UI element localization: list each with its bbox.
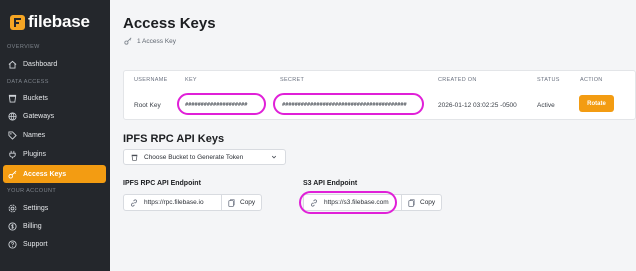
rpc-endpoint-field: https://rpc.filebase.io Copy [123,194,262,211]
sidebar-item-buckets[interactable]: Buckets [3,89,106,107]
header-action: ACTION [580,77,603,83]
ipfs-section-title: IPFS RPC API Keys [123,133,225,145]
gear-icon [8,204,17,213]
sidebar-item-label: Access Keys [23,170,67,178]
header-key: KEY [185,77,197,83]
highlight-circle-key [177,93,266,115]
sidebar-item-label: Settings [23,204,49,212]
sidebar-item-label: Names [23,131,46,139]
s3-copy-button[interactable]: Copy [401,195,443,210]
globe-icon [8,111,17,121]
logo-icon [10,14,25,30]
sidebar-item-settings[interactable]: Settings [3,199,106,217]
row-created-on: 2026-01-12 03:02:25 -0500 [438,102,517,109]
page-title: Access Keys [123,15,216,32]
header-created-on: CREATED ON [438,77,477,83]
sidebar-item-label: Buckets [23,94,48,102]
logo-text: filebase [28,12,90,31]
sidebar-item-access-keys[interactable]: Access Keys [3,165,106,183]
rpc-copy-button[interactable]: Copy [221,195,263,210]
sidebar-item-label: Dashboard [23,60,58,68]
rpc-endpoint-url[interactable]: https://rpc.filebase.io [124,195,204,210]
s3-endpoint-label: S3 API Endpoint [303,180,358,187]
sidebar-item-label: Gateways [23,112,55,120]
chevron-down-icon [271,155,277,159]
row-status: Active [537,102,555,109]
sidebar-item-dashboard[interactable]: Dashboard [3,55,106,73]
home-icon [8,60,17,69]
rpc-endpoint-url-text: https://rpc.filebase.io [144,199,204,206]
section-data-access: DATA ACCESS [7,79,49,85]
rpc-copy-label: Copy [240,199,256,206]
sidebar-item-names[interactable]: Names [3,126,106,144]
header-secret: SECRET [280,77,305,83]
plug-icon [8,150,17,159]
copy-icon [228,198,235,207]
sidebar: filebase OVERVIEW Dashboard DATA ACCESS … [0,0,110,271]
section-overview: OVERVIEW [7,44,40,50]
rpc-endpoint-label: IPFS RPC API Endpoint [123,180,201,187]
bucket-select-value: Choose Bucket to Generate Token [144,153,244,161]
copy-icon [408,198,415,207]
section-your-account: YOUR ACCOUNT [7,188,57,194]
highlight-circle-s3-endpoint [299,191,397,214]
sidebar-item-label: Support [23,240,48,248]
bucket-icon [131,154,138,161]
bucket-select[interactable]: Choose Bucket to Generate Token [123,149,286,165]
link-icon [130,198,138,207]
row-username: Root Key [134,102,161,109]
header-username: USERNAME [134,77,168,83]
s3-copy-label: Copy [420,199,436,206]
access-keys-table: USERNAME KEY SECRET CREATED ON STATUS AC… [123,70,636,120]
highlight-circle-secret [273,93,424,115]
key-count: 1 Access Key [124,37,176,45]
sidebar-item-gateways[interactable]: Gateways [3,107,106,125]
filebase-logo[interactable]: filebase [10,12,90,32]
billing-icon [8,221,17,231]
sidebar-item-billing[interactable]: Billing [3,217,106,235]
key-count-label: 1 Access Key [137,37,177,45]
sidebar-item-plugins[interactable]: Plugins [3,145,106,163]
sidebar-item-label: Billing [23,222,42,230]
main-content: Access Keys 1 Access Key USERNAME KEY SE… [110,0,636,271]
rotate-button[interactable]: Rotate [579,95,614,112]
sidebar-item-label: Plugins [23,150,46,158]
key-icon [124,37,132,45]
sidebar-item-support[interactable]: Support [3,235,106,253]
key-icon [8,170,17,179]
bucket-icon [8,94,17,103]
header-status: STATUS [537,77,560,83]
help-icon [8,239,17,249]
tag-icon [8,130,17,140]
